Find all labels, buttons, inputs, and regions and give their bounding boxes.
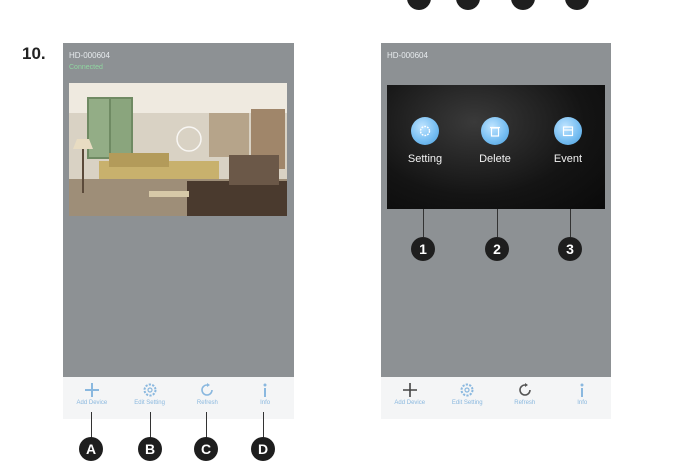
bottom-toolbar: Add Device Edit Setting Refresh Info bbox=[381, 377, 611, 419]
info-button[interactable]: Info bbox=[554, 377, 610, 406]
refresh-button[interactable]: Refresh bbox=[497, 377, 553, 406]
camera-status: Connected bbox=[69, 64, 103, 71]
delete-icon bbox=[481, 117, 509, 145]
callout-3: 3 bbox=[558, 237, 582, 261]
event-menu-item[interactable]: Event bbox=[538, 117, 598, 165]
living-room-image bbox=[69, 83, 287, 216]
bottom-toolbar: Add Device Edit Setting Refresh Info bbox=[63, 377, 294, 419]
left-phone-screen: HD-000604 Connected Add Device Edit Sett… bbox=[63, 43, 294, 419]
callout-line bbox=[263, 412, 264, 438]
callout-a: A bbox=[79, 437, 103, 461]
gear-icon bbox=[143, 383, 157, 397]
toolbar-label: Edit Setting bbox=[451, 400, 483, 406]
info-icon bbox=[580, 383, 584, 397]
refresh-icon bbox=[201, 383, 214, 396]
event-icon bbox=[554, 117, 582, 145]
delete-menu-item[interactable]: Delete bbox=[465, 117, 525, 165]
top-marker bbox=[407, 0, 431, 10]
toolbar-label: Refresh bbox=[514, 400, 536, 406]
camera-name: HD-000604 bbox=[69, 51, 110, 60]
callout-b: B bbox=[138, 437, 162, 461]
callout-c: C bbox=[194, 437, 218, 461]
add-device-button[interactable]: Add Device bbox=[64, 377, 120, 406]
settings-icon bbox=[411, 117, 439, 145]
plus-icon bbox=[402, 383, 417, 397]
step-number: 10. bbox=[22, 44, 46, 63]
toolbar-label: Edit Setting bbox=[134, 400, 165, 406]
callout-line bbox=[206, 412, 207, 438]
toolbar-label: Info bbox=[260, 400, 271, 406]
camera-header: HD-000604 bbox=[381, 43, 611, 89]
callout-line bbox=[423, 209, 424, 237]
callout-1: 1 bbox=[411, 237, 435, 261]
refresh-icon bbox=[518, 383, 531, 396]
callout-d: D bbox=[251, 437, 275, 461]
toolbar-label: Refresh bbox=[196, 400, 218, 406]
info-icon bbox=[263, 383, 267, 397]
plus-icon bbox=[84, 383, 99, 397]
top-marker bbox=[456, 0, 480, 10]
toolbar-label: Add Device bbox=[394, 400, 426, 406]
gear-icon bbox=[460, 383, 474, 397]
edit-setting-button[interactable]: Edit Setting bbox=[122, 377, 178, 406]
menu-label: Delete bbox=[479, 153, 511, 165]
add-device-button[interactable]: Add Device bbox=[382, 377, 438, 406]
callout-line bbox=[497, 209, 498, 237]
callout-line bbox=[150, 412, 151, 438]
right-phone-screen: HD-000604 Setting Delete Event Add Devic… bbox=[381, 43, 611, 419]
camera-live-view[interactable] bbox=[69, 83, 287, 216]
camera-context-menu: Setting Delete Event bbox=[387, 85, 605, 209]
callout-2: 2 bbox=[485, 237, 509, 261]
edit-setting-button[interactable]: Edit Setting bbox=[439, 377, 495, 406]
toolbar-label: Info bbox=[577, 400, 588, 406]
setting-menu-item[interactable]: Setting bbox=[395, 117, 455, 165]
toolbar-label: Add Device bbox=[76, 400, 108, 406]
callout-line bbox=[91, 412, 92, 438]
menu-label: Setting bbox=[407, 153, 443, 165]
top-marker bbox=[565, 0, 589, 10]
menu-label: Event bbox=[553, 153, 583, 165]
camera-name: HD-000604 bbox=[387, 51, 428, 60]
callout-line bbox=[570, 209, 571, 237]
info-button[interactable]: Info bbox=[237, 377, 293, 406]
refresh-button[interactable]: Refresh bbox=[179, 377, 235, 406]
top-marker bbox=[511, 0, 535, 10]
